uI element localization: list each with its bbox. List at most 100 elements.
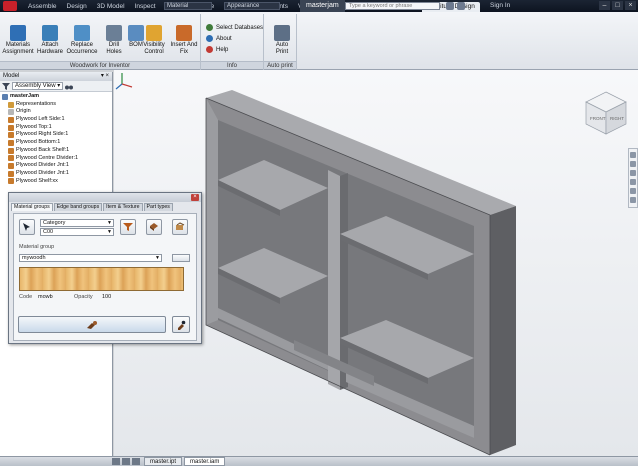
materials-dialog: × Material groups Edge band groups Item & …: [8, 192, 202, 344]
navbar-options-icon[interactable]: [630, 197, 636, 203]
tree-item[interactable]: Plywood Top:1: [2, 124, 110, 132]
visibility-icon: [146, 25, 162, 41]
appearance-combo-label: Appearance: [227, 3, 260, 9]
material-combo[interactable]: Material: [164, 2, 212, 10]
dialog-tab-edge-band-groups[interactable]: Edge band groups: [53, 203, 103, 211]
sign-in-link[interactable]: Sign In: [490, 0, 510, 12]
insert-fix-button[interactable]: Insert And Fix: [168, 24, 200, 55]
about-item[interactable]: About: [206, 35, 232, 42]
document-tab[interactable]: master.ipt: [144, 457, 183, 466]
app-logo-icon[interactable]: [3, 1, 17, 11]
dialog-close-icon[interactable]: ×: [191, 194, 199, 201]
help-item[interactable]: Help: [206, 46, 228, 53]
materials-button[interactable]: Materials Assignment: [2, 24, 34, 55]
material-groups-panel: Category ▼ C00 ▼ Material group mywoodh ▼ C…: [13, 213, 197, 341]
tile-icon[interactable]: [112, 458, 120, 465]
tree-item-label: Plywood Bottom:1: [16, 139, 61, 146]
replace-occurrence-button[interactable]: Replace Occurrence: [66, 24, 98, 55]
navigation-bar: [628, 148, 638, 208]
eyedropper-icon: [178, 320, 186, 330]
home-icon[interactable]: [132, 458, 140, 465]
cascade-icon[interactable]: [122, 458, 130, 465]
document-tab[interactable]: master.iam: [184, 457, 226, 466]
tree-item[interactable]: Representations: [2, 101, 110, 109]
assign-material-button[interactable]: [18, 316, 166, 333]
sub-category-select[interactable]: C00 ▼: [40, 228, 114, 236]
cursor-arrow-icon: [23, 223, 30, 231]
material-browse-button[interactable]: [172, 254, 190, 262]
view-dropdown[interactable]: Assembly View ▾: [12, 82, 64, 90]
tree-item[interactable]: Plywood Back Shelf:1: [2, 147, 110, 155]
visibility-button[interactable]: Visibility Control: [138, 24, 170, 55]
pick-material-button[interactable]: [172, 316, 190, 333]
about-icon: [206, 35, 213, 42]
tree-item[interactable]: Plywood Shelf:xx: [2, 178, 110, 186]
filter-icon[interactable]: [2, 82, 10, 90]
tree-item-label: Plywood Top:1: [16, 123, 52, 130]
dialog-tabs: Material groups Edge band groups Item & Te…: [9, 202, 201, 211]
opacity-label: Opacity: [74, 294, 93, 300]
tree-item[interactable]: Plywood Divider Jnt:1: [2, 162, 110, 170]
wood-texture-preview: [19, 267, 184, 291]
dialog-titlebar[interactable]: ×: [9, 193, 201, 202]
tree-item-label: Plywood Divider Jnt:1: [16, 162, 69, 169]
auto-print-panel-label: Auto print: [264, 61, 296, 69]
part-icon: [8, 163, 14, 170]
apply-material-button[interactable]: [146, 219, 162, 235]
part-icon: [8, 139, 14, 146]
database-item[interactable]: Select Databases: [206, 24, 263, 31]
tree-item[interactable]: Plywood Centre Divider:1: [2, 155, 110, 163]
window-controls: – □ ×: [597, 1, 636, 10]
ribbon: Materials Assignment Attach Hardware Repla…: [0, 12, 638, 70]
tree-item[interactable]: Plywood Left Side:1: [2, 116, 110, 124]
steering-wheel-icon[interactable]: [630, 152, 636, 158]
tree-item-label: Representations: [16, 100, 57, 107]
browser-close-icon[interactable]: ▾ ×: [101, 72, 109, 81]
minimize-icon[interactable]: –: [599, 1, 610, 10]
opacity-value[interactable]: 100: [102, 294, 111, 300]
tree-item[interactable]: Origin: [2, 108, 110, 116]
ribbon-divider: [296, 14, 297, 70]
attach-hardware-button[interactable]: Attach Hardware: [34, 24, 66, 55]
pick-button[interactable]: [19, 219, 35, 235]
appearance-combo[interactable]: Appearance: [224, 2, 280, 10]
orbit-icon[interactable]: [630, 179, 636, 185]
dialog-tab-item-texture[interactable]: Item & Texture: [103, 203, 143, 211]
document-tabs: master.ipt master.iam: [142, 457, 226, 466]
tree-item-label: Plywood Left Side:1: [16, 116, 65, 123]
look-at-icon[interactable]: [630, 188, 636, 194]
help-search-input[interactable]: Type a keyword or phrase: [345, 2, 440, 10]
close-icon[interactable]: ×: [625, 1, 636, 10]
doc-tab-controls: [112, 458, 142, 465]
tree-item[interactable]: Plywood Right Side:1: [2, 131, 110, 139]
binoculars-icon[interactable]: [446, 2, 454, 10]
zoom-icon[interactable]: [630, 170, 636, 176]
auto-print-button[interactable]: Auto Print: [266, 24, 298, 55]
dialog-tab-material-groups[interactable]: Material groups: [11, 203, 53, 211]
star-icon[interactable]: [457, 2, 465, 10]
help-label: Help: [216, 46, 229, 53]
ribbon-tab-design[interactable]: Design: [62, 3, 92, 10]
viewcube-right-label: RIGHT: [610, 116, 624, 121]
filter-button[interactable]: [120, 219, 136, 235]
view-cube-icon[interactable]: FRONT RIGHT: [584, 90, 628, 136]
dialog-tab-part-types[interactable]: Part types: [143, 203, 173, 211]
maximize-icon[interactable]: □: [612, 1, 623, 10]
ribbon-tab-inspect[interactable]: Inspect: [130, 3, 161, 10]
tree-root[interactable]: masterJam: [2, 93, 110, 101]
materials-icon: [10, 25, 26, 41]
pan-icon[interactable]: [630, 161, 636, 167]
ribbon-tab-assemble[interactable]: Assemble: [23, 3, 62, 10]
ribbon-tab-3d-model[interactable]: 3D Model: [92, 3, 130, 10]
edit-material-button[interactable]: [172, 219, 188, 235]
tree-item-label: Plywood Divider Jnt:1: [16, 169, 69, 176]
category-select[interactable]: Category ▼: [40, 219, 114, 227]
tree-item[interactable]: Plywood Bottom:1: [2, 139, 110, 147]
inventor-window: AssembleDesign3D ModelInspectToolsManage…: [0, 0, 638, 466]
material-group-select[interactable]: mywoodh ▼: [19, 254, 162, 262]
insert-fix-icon: [176, 25, 192, 41]
info-panel-label: Info: [201, 61, 263, 69]
binoculars-icon[interactable]: [65, 83, 74, 90]
tree-item[interactable]: Plywood Divider Jnt:1: [2, 170, 110, 178]
assembly-icon: [2, 93, 8, 100]
